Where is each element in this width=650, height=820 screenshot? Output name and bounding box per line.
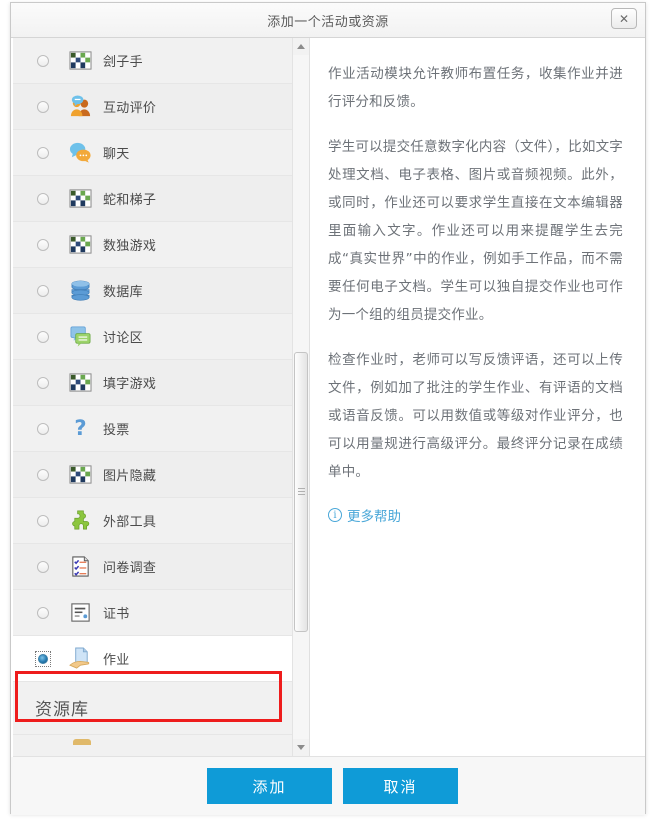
activity-row[interactable]: 互动评价 [13, 84, 292, 130]
activity-label: 刽子手 [103, 55, 143, 70]
question-mark-icon: ? [69, 417, 92, 440]
puzzle-grid-icon [69, 463, 92, 486]
close-icon[interactable]: ✕ [611, 8, 637, 29]
activity-row[interactable]: ? 投票 [13, 406, 292, 452]
puzzle-grid-icon [69, 49, 92, 72]
activity-radio-button[interactable] [37, 331, 49, 343]
description-paragraph: 作业活动模块允许教师布置任务，收集作业并进行评分和反馈。 [328, 66, 623, 110]
partial-row-below [13, 735, 292, 751]
activity-radio-button[interactable] [37, 561, 49, 573]
activity-list-panel: 刽子手 互动评价 聊天 蛇和梯子 数独游戏 数据库 讨论区 填字游戏? 投票 图片隐藏 外部工具 问卷… [13, 38, 310, 756]
database-icon [69, 279, 92, 302]
add-button[interactable]: 添加 [207, 768, 332, 804]
activity-row[interactable]: 蛇和梯子 [13, 176, 292, 222]
more-help-link[interactable]: i 更多帮助 [328, 505, 401, 525]
description-paragraph: 学生可以提交任意数字化内容（文件），比如文字处理文档、电子表格、图片或音频视频。… [328, 139, 623, 323]
forum-bubbles-icon [69, 325, 92, 348]
activity-label: 讨论区 [103, 331, 143, 346]
activity-radio-button[interactable] [37, 55, 49, 67]
activity-list-viewport: 刽子手 互动评价 聊天 蛇和梯子 数独游戏 数据库 讨论区 填字游戏? 投票 图片隐藏 外部工具 问卷… [13, 38, 292, 756]
dialog-footer: 添加 取消 [11, 757, 645, 815]
activity-row[interactable]: 问卷调查 [13, 544, 292, 590]
dialog-body: 刽子手 互动评价 聊天 蛇和梯子 数独游戏 数据库 讨论区 填字游戏? 投票 图片隐藏 外部工具 问卷… [11, 38, 645, 790]
activity-list: 刽子手 互动评价 聊天 蛇和梯子 数独游戏 数据库 讨论区 填字游戏? 投票 图片隐藏 外部工具 问卷… [13, 38, 292, 751]
chat-bubbles-icon [69, 141, 92, 164]
scroll-up-arrow-icon[interactable] [293, 38, 309, 55]
activity-row[interactable]: 证书 [13, 590, 292, 636]
more-help-label: 更多帮助 [347, 509, 401, 525]
activity-label: 蛇和梯子 [103, 193, 157, 208]
activity-label: 投票 [103, 423, 130, 438]
activity-radio-button[interactable] [37, 469, 49, 481]
activity-row[interactable]: 填字游戏 [13, 360, 292, 406]
activity-radio-button[interactable] [37, 239, 49, 251]
info-circle-icon: i [328, 508, 342, 522]
activity-label: 聊天 [103, 147, 130, 162]
activity-label: 数独游戏 [103, 239, 157, 254]
activity-row[interactable]: 讨论区 [13, 314, 292, 360]
activity-list-scrollbar[interactable] [292, 38, 309, 756]
checklist-page-icon [69, 555, 92, 578]
add-activity-dialog: 添加一个活动或资源 ✕ 刽子手互动评价聊天蛇和梯子数独游戏数据库讨论区填字游戏?… [10, 2, 646, 815]
puzzle-grid-icon [69, 371, 92, 394]
activity-label: 外部工具 [103, 515, 157, 530]
activity-row[interactable]: 聊天 [13, 130, 292, 176]
activity-radio-button[interactable] [37, 515, 49, 527]
puzzle-grid-icon [69, 187, 92, 210]
puzzle-piece-icon [69, 509, 92, 532]
description-panel: 作业活动模块允许教师布置任务，收集作业并进行评分和反馈。 学生可以提交任意数字化… [310, 38, 645, 756]
activity-label: 互动评价 [103, 101, 157, 116]
activity-label: 图片隐藏 [103, 469, 157, 484]
resource-section-label: 资源库 [35, 700, 89, 720]
activity-label: 填字游戏 [103, 377, 157, 392]
two-people-icon [69, 95, 92, 118]
resource-section-header: 资源库 [13, 682, 292, 735]
activity-radio-button[interactable] [37, 285, 49, 297]
activity-radio-button[interactable] [35, 651, 51, 667]
svg-text:?: ? [74, 417, 86, 440]
activity-label: 数据库 [103, 285, 143, 300]
assignment-hand-icon [69, 647, 92, 670]
activity-row[interactable]: 数独游戏 [13, 222, 292, 268]
screenshot-root: 添加一个活动或资源 ✕ 刽子手互动评价聊天蛇和梯子数独游戏数据库讨论区填字游戏?… [0, 0, 650, 820]
scrollbar-thumb[interactable] [294, 352, 308, 632]
activity-label: 证书 [103, 607, 130, 622]
activity-radio-button[interactable] [37, 101, 49, 113]
activity-radio-button[interactable] [37, 607, 49, 619]
activity-row[interactable]: 刽子手 [13, 38, 292, 84]
description-text: 作业活动模块允许教师布置任务，收集作业并进行评分和反馈。 学生可以提交任意数字化… [310, 38, 645, 535]
activity-radio-button[interactable] [37, 193, 49, 205]
cancel-button[interactable]: 取消 [343, 768, 458, 804]
activity-radio-button[interactable] [37, 147, 49, 159]
puzzle-grid-icon [69, 233, 92, 256]
activity-row-selected[interactable]: 作业 [13, 636, 292, 682]
activity-label: 问卷调查 [103, 561, 157, 576]
partial-icon-below [73, 739, 91, 745]
activity-row[interactable]: 数据库 [13, 268, 292, 314]
scrollbar-track[interactable] [293, 55, 309, 739]
certificate-icon [69, 601, 92, 624]
scrollbar-grip-icon [298, 488, 305, 496]
dialog-titlebar: 添加一个活动或资源 ✕ [11, 3, 645, 38]
activity-label: 作业 [103, 653, 130, 668]
activity-radio-button[interactable] [37, 423, 49, 435]
activity-radio-button[interactable] [37, 377, 49, 389]
activity-row[interactable]: 图片隐藏 [13, 452, 292, 498]
scroll-down-arrow-icon[interactable] [293, 739, 309, 756]
dialog-title: 添加一个活动或资源 [267, 15, 389, 30]
activity-row[interactable]: 外部工具 [13, 498, 292, 544]
description-paragraph: 检查作业时，老师可以写反馈评语，还可以上传文件，例如加了批注的学生作业、有评语的… [328, 352, 623, 480]
